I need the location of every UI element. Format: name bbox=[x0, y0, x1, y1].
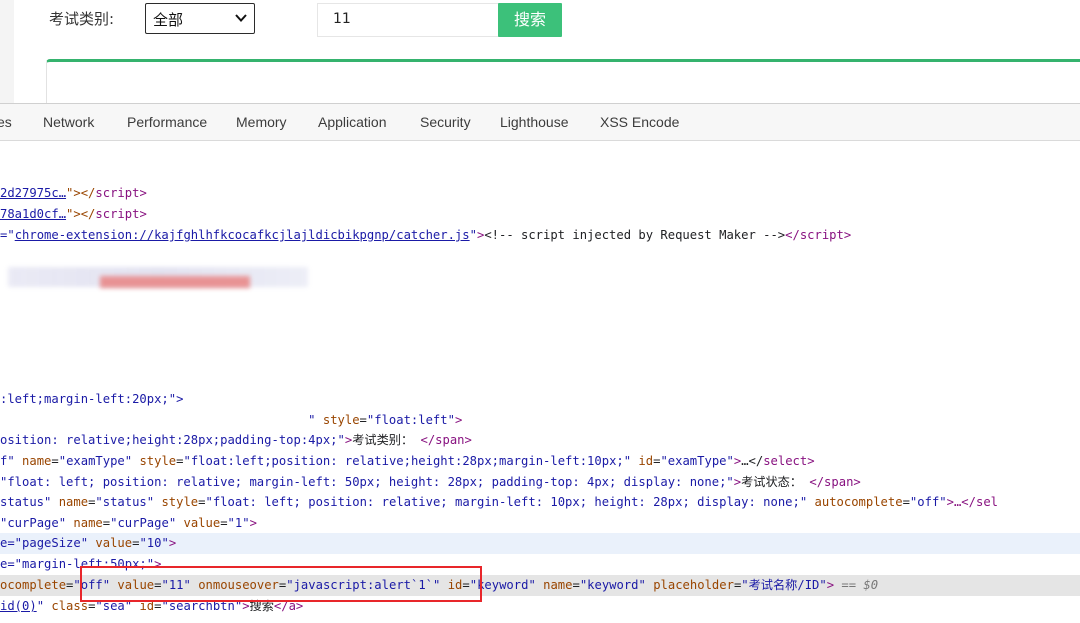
results-card bbox=[46, 59, 1080, 103]
href-link[interactable]: id(0) bbox=[0, 599, 37, 613]
tab-security[interactable]: Security bbox=[420, 114, 471, 130]
dom-line-script-2[interactable]: 78a1d0cf…"></script> bbox=[0, 204, 1080, 225]
chevron-down-icon bbox=[235, 14, 247, 22]
dom-line-span-status[interactable]: "float: left; position: relative; margin… bbox=[0, 472, 1080, 493]
exam-type-select[interactable]: 全部 bbox=[145, 3, 255, 34]
search-button[interactable]: 搜索 bbox=[498, 3, 562, 37]
script-src-link[interactable]: 2d27975c… bbox=[0, 186, 66, 200]
exam-type-label: 考试类别: bbox=[49, 10, 115, 28]
tab-lighthouse[interactable]: Lighthouse bbox=[500, 114, 569, 130]
dom-line-form[interactable]: " style="float:left"> bbox=[0, 410, 1080, 431]
tab-sources[interactable]: es bbox=[0, 114, 12, 130]
dom-line-div[interactable]: :left;margin-left:20px;"> bbox=[0, 389, 1080, 410]
script-src-link[interactable]: 78a1d0cf… bbox=[0, 207, 66, 221]
selected-node-marker: == $0 bbox=[841, 578, 879, 592]
web-page-area: 考试类别: 全部 11 搜索 bbox=[0, 0, 1080, 103]
keyword-input[interactable]: 11 bbox=[317, 3, 499, 37]
highlight-box bbox=[80, 566, 482, 602]
devtools-tab-bar: es Network Performance Memory Applicatio… bbox=[0, 103, 1080, 141]
dom-line-span-type[interactable]: osition: relative;height:28px;padding-to… bbox=[0, 430, 1080, 451]
tab-xss-encode[interactable]: XSS Encode bbox=[600, 114, 679, 130]
dom-line-script-1[interactable]: 2d27975c…"></script> bbox=[0, 183, 1080, 204]
tab-application[interactable]: Application bbox=[318, 114, 387, 130]
catcher-js-link[interactable]: chrome-extension://kajfghlhfkcocafkcjlaj… bbox=[15, 228, 470, 242]
redacted-region bbox=[8, 265, 308, 291]
dom-line-script-3[interactable]: ="chrome-extension://kajfghlhfkcocafkcjl… bbox=[0, 225, 1080, 246]
dom-line-input-pagesize[interactable]: e="pageSize" value="10"> bbox=[0, 533, 1080, 554]
dom-line-input-curpage[interactable]: "curPage" name="curPage" value="1"> bbox=[0, 513, 1080, 534]
dom-line-select-status[interactable]: status" name="status" style="float: left… bbox=[0, 492, 1080, 513]
injected-comment: <!-- script injected by Request Maker --… bbox=[484, 228, 786, 242]
dom-line-select-examtype[interactable]: f" name="examType" style="float:left;pos… bbox=[0, 451, 1080, 472]
exam-type-selected-value: 全部 bbox=[153, 11, 184, 29]
keyword-input-value: 11 bbox=[333, 11, 351, 27]
tab-memory[interactable]: Memory bbox=[236, 114, 287, 130]
tab-performance[interactable]: Performance bbox=[127, 114, 207, 130]
tab-network[interactable]: Network bbox=[43, 114, 94, 130]
